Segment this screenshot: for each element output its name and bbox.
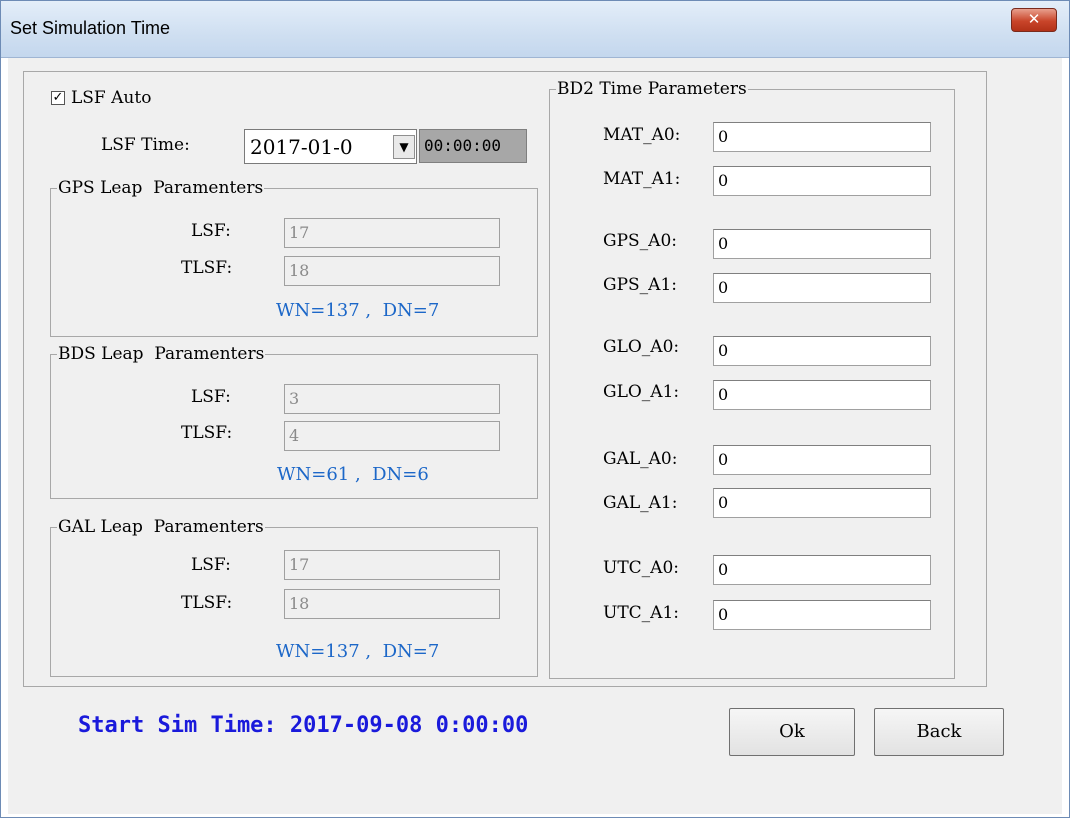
close-button[interactable]: ✕: [1011, 8, 1057, 32]
gal-wn-dn-text: WN=137 , DN=7: [276, 641, 440, 662]
dialog-window: Set Simulation Time ✕ ✓ LSF Auto LSF Tim…: [0, 0, 1070, 818]
mat-a1-label: MAT_A1:: [603, 169, 681, 189]
glo-a1-field[interactable]: 0: [713, 380, 931, 410]
title-bar: Set Simulation Time ✕: [1, 1, 1069, 58]
glo-a0-field[interactable]: 0: [713, 336, 931, 366]
gps-leap-group: GPS Leap Paramenters LSF: 17 TLSF: 18 WN…: [50, 178, 538, 337]
lsf-date-combo[interactable]: 2017-01-0 ▼: [244, 129, 417, 164]
glo-a1-label: GLO_A1:: [603, 382, 680, 402]
gps-lsf-field[interactable]: 17: [284, 218, 500, 248]
chevron-down-icon[interactable]: ▼: [393, 135, 415, 159]
utc-a0-field[interactable]: 0: [713, 555, 931, 585]
start-sim-time-text: Start Sim Time: 2017-09-08 0:00:00: [78, 713, 529, 738]
glo-a0-label: GLO_A0:: [603, 337, 680, 357]
bds-wn-dn-text: WN=61 , DN=6: [277, 464, 429, 485]
bds-tlsf-field[interactable]: 4: [284, 421, 500, 451]
gal-a0-label: GAL_A0:: [603, 449, 678, 469]
gal-tlsf-label: TLSF:: [181, 593, 233, 613]
bds-lsf-label: LSF:: [191, 387, 231, 407]
mat-a0-label: MAT_A0:: [603, 125, 681, 145]
gps-wn-dn-text: WN=137 , DN=7: [276, 300, 440, 321]
lsf-auto-checkbox[interactable]: ✓: [51, 91, 65, 105]
bds-leap-title: BDS Leap Paramenters: [57, 344, 266, 364]
gal-a1-field[interactable]: 0: [713, 488, 931, 518]
gal-leap-title: GAL Leap Paramenters: [57, 517, 265, 537]
mat-a0-field[interactable]: 0: [713, 122, 931, 152]
gal-a0-field[interactable]: 0: [713, 445, 931, 475]
gps-a0-label: GPS_A0:: [603, 231, 677, 251]
close-icon: ✕: [1027, 10, 1041, 28]
gps-tlsf-label: TLSF:: [181, 258, 233, 278]
gal-tlsf-field[interactable]: 18: [284, 589, 500, 619]
bds-leap-group: BDS Leap Paramenters LSF: 3 TLSF: 4 WN=6…: [50, 344, 538, 499]
ok-button[interactable]: Ok: [729, 708, 855, 756]
gal-lsf-label: LSF:: [191, 555, 231, 575]
bd2-time-group: BD2 Time Parameters MAT_A0: 0 MAT_A1: 0 …: [549, 79, 955, 679]
back-button[interactable]: Back: [874, 708, 1004, 756]
lsf-date-value: 2017-01-0: [250, 135, 353, 159]
utc-a1-label: UTC_A1:: [603, 603, 679, 623]
utc-a0-label: UTC_A0:: [603, 558, 679, 578]
window-title: Set Simulation Time: [10, 18, 171, 38]
lsf-time-field: 00:00:00: [419, 129, 527, 163]
gps-lsf-label: LSF:: [191, 221, 231, 241]
gps-tlsf-field[interactable]: 18: [284, 256, 500, 286]
bds-lsf-field[interactable]: 3: [284, 384, 500, 414]
gal-lsf-field[interactable]: 17: [284, 550, 500, 580]
lsf-auto-label: LSF Auto: [71, 88, 152, 108]
gps-a1-label: GPS_A1:: [603, 275, 677, 295]
gal-leap-group: GAL Leap Paramenters LSF: 17 TLSF: 18 WN…: [50, 517, 538, 677]
main-frame: ✓ LSF Auto LSF Time: 2017-01-0 ▼ 00:00:0…: [23, 71, 987, 687]
gps-a1-field[interactable]: 0: [713, 273, 931, 303]
bds-tlsf-label: TLSF:: [181, 423, 233, 443]
utc-a1-field[interactable]: 0: [713, 600, 931, 630]
gps-a0-field[interactable]: 0: [713, 229, 931, 259]
gal-a1-label: GAL_A1:: [603, 493, 678, 513]
lsf-time-label: LSF Time:: [101, 135, 190, 155]
dialog-client-area: ✓ LSF Auto LSF Time: 2017-01-0 ▼ 00:00:0…: [8, 58, 1062, 814]
mat-a1-field[interactable]: 0: [713, 166, 931, 196]
gps-leap-title: GPS Leap Paramenters: [57, 178, 265, 198]
bd2-time-title: BD2 Time Parameters: [556, 79, 748, 99]
